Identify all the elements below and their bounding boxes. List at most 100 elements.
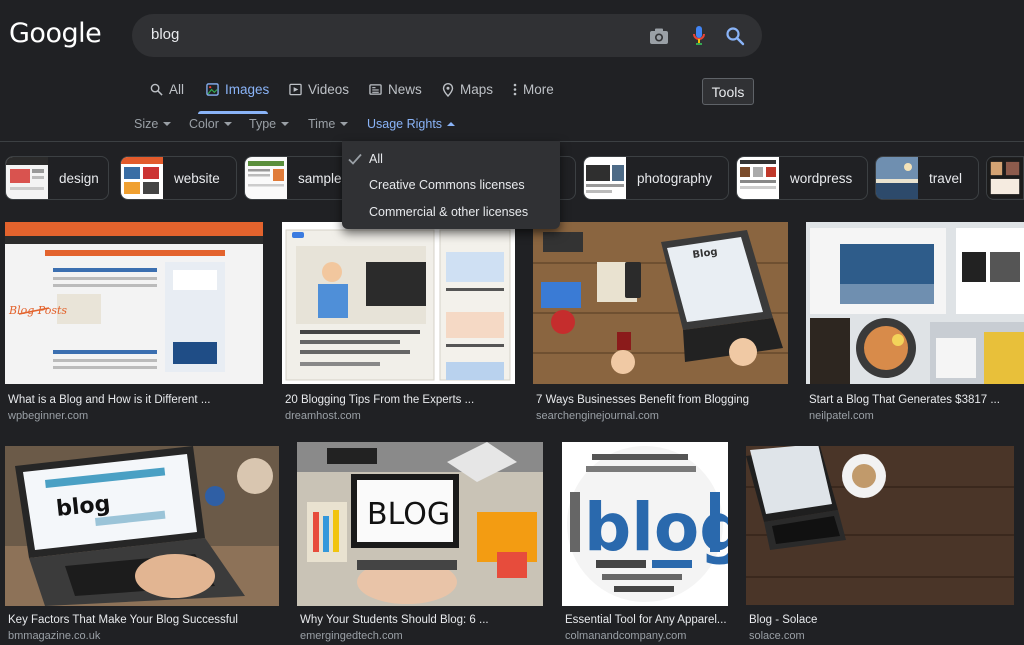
result-title[interactable]: 7 Ways Businesses Benefit from Blogging <box>536 394 788 406</box>
chip-thumbnail <box>987 158 1023 198</box>
result-image-text: BLOG <box>367 497 450 532</box>
chip-label: design <box>59 170 99 186</box>
active-tab-indicator <box>198 111 268 114</box>
result-title[interactable]: Key Factors That Make Your Blog Successf… <box>8 614 278 626</box>
chip-thumbnail <box>245 157 287 199</box>
images-icon <box>206 83 219 96</box>
tab-label: Maps <box>460 82 494 97</box>
tab-label: News <box>388 82 422 97</box>
result-card[interactable]: Start a Blog That Generates $3817 ... ne… <box>806 222 1024 427</box>
result-image[interactable] <box>746 446 1014 605</box>
result-site[interactable]: solace.com <box>749 630 805 642</box>
menu-item-commercial[interactable]: Commercial & other licenses <box>369 205 528 219</box>
result-card[interactable]: blog Essential Tool for Any Apparel... c… <box>562 442 730 645</box>
result-card[interactable]: Blog - Solace solace.com <box>746 446 1018 645</box>
result-title[interactable]: Start a Blog That Generates $3817 ... <box>809 394 1021 406</box>
tab-label: More <box>523 82 554 97</box>
menu-item-all[interactable]: All <box>369 152 383 166</box>
search-input[interactable]: blog <box>151 26 179 43</box>
tools-button[interactable]: Tools <box>702 78 754 105</box>
chip-sample[interactable]: sample <box>244 156 354 200</box>
chip-label: website <box>174 170 220 186</box>
result-site[interactable]: dreamhost.com <box>285 410 361 422</box>
chip-thumbnail <box>737 157 779 199</box>
news-icon <box>369 84 382 95</box>
video-icon <box>289 83 302 96</box>
result-title[interactable]: What is a Blog and How is it Different .… <box>8 394 260 406</box>
chip-design[interactable]: design <box>5 156 109 200</box>
tab-maps[interactable]: Maps <box>442 82 493 97</box>
chip-thumbnail <box>876 157 918 199</box>
chip-thumbnail <box>6 157 48 199</box>
result-site[interactable]: colmanandcompany.com <box>565 630 686 642</box>
filter-label: Color <box>189 117 219 131</box>
chip-thumbnail <box>121 157 163 199</box>
more-dots-icon <box>513 83 517 96</box>
chip-website[interactable]: website <box>120 156 237 200</box>
chip-thumbnail <box>584 157 626 199</box>
filter-usage-rights[interactable]: Usage Rights <box>367 117 456 131</box>
tab-videos[interactable]: Videos <box>289 82 349 97</box>
result-image[interactable]: blog <box>562 442 728 606</box>
result-image[interactable] <box>806 222 1024 384</box>
filter-label: Time <box>308 117 336 131</box>
result-site[interactable]: searchenginejournal.com <box>536 410 659 422</box>
result-title[interactable]: Essential Tool for Any Apparel... <box>565 614 729 626</box>
tab-label: Images <box>225 82 270 97</box>
result-image[interactable]: BLOG <box>297 442 543 606</box>
chevron-down-icon <box>340 122 349 126</box>
chevron-down-icon <box>223 122 232 126</box>
search-bar[interactable]: blog <box>132 14 762 57</box>
tab-label: Videos <box>308 82 350 97</box>
chevron-up-icon <box>447 122 456 126</box>
tab-all[interactable]: All <box>150 82 184 97</box>
filter-color[interactable]: Color <box>189 117 232 131</box>
chip-photography[interactable]: photography <box>583 156 729 200</box>
filter-label: Usage Rights <box>367 117 443 131</box>
result-image[interactable]: Blog Posts <box>5 222 263 384</box>
chip-label: photography <box>637 170 713 186</box>
result-image[interactable]: blog <box>5 446 279 606</box>
menu-item-creative-commons[interactable]: Creative Commons licenses <box>369 178 525 192</box>
result-image-text: blog <box>584 489 728 566</box>
chip-label: travel <box>929 170 963 186</box>
search-icon <box>150 83 163 96</box>
tab-label: All <box>169 82 185 97</box>
filter-label: Size <box>134 117 159 131</box>
check-icon <box>348 153 362 165</box>
result-card[interactable]: Blog Posts What is a Blog and How is it … <box>5 222 265 427</box>
chip-travel[interactable]: travel <box>875 156 979 200</box>
tab-news[interactable]: News <box>369 82 422 97</box>
filter-label: Type <box>249 117 277 131</box>
filter-time[interactable]: Time <box>308 117 349 131</box>
map-pin-icon <box>442 82 454 97</box>
usage-rights-menu: All Creative Commons licenses Commercial… <box>342 141 560 229</box>
chip-fashion[interactable] <box>986 156 1024 200</box>
result-site[interactable]: wpbeginner.com <box>8 410 88 422</box>
chip-wordpress[interactable]: wordpress <box>736 156 868 200</box>
chevron-down-icon <box>281 122 290 126</box>
google-logo[interactable]: Google <box>9 18 102 49</box>
tab-more[interactable]: More <box>513 82 554 97</box>
microphone-icon[interactable] <box>688 25 710 47</box>
tab-images[interactable]: Images <box>206 82 269 97</box>
result-image[interactable]: Blog <box>533 222 788 384</box>
result-site[interactable]: emergingedtech.com <box>300 630 403 642</box>
result-title[interactable]: Blog - Solace <box>749 614 1017 626</box>
result-site[interactable]: neilpatel.com <box>809 410 874 422</box>
filter-type[interactable]: Type <box>249 117 290 131</box>
result-site[interactable]: bmmagazine.co.uk <box>8 630 100 642</box>
result-card[interactable]: BLOG Why Your Students Should Blog: 6 ..… <box>297 442 545 645</box>
filter-size[interactable]: Size <box>134 117 172 131</box>
result-title[interactable]: 20 Blogging Tips From the Experts ... <box>285 394 515 406</box>
result-image-text: Blog Posts <box>8 304 67 317</box>
result-image[interactable] <box>282 222 515 384</box>
chevron-down-icon <box>163 122 172 126</box>
result-card[interactable]: 20 Blogging Tips From the Experts ... dr… <box>282 222 518 427</box>
result-title[interactable]: Why Your Students Should Blog: 6 ... <box>300 614 544 626</box>
result-card[interactable]: blog Key Factors That Make Your Blog Suc… <box>5 446 280 645</box>
result-card[interactable]: Blog 7 Ways Businesses Benefit from Blog… <box>533 222 789 427</box>
search-icon[interactable] <box>724 25 746 47</box>
chip-label: wordpress <box>790 170 853 186</box>
camera-icon[interactable] <box>648 25 670 47</box>
